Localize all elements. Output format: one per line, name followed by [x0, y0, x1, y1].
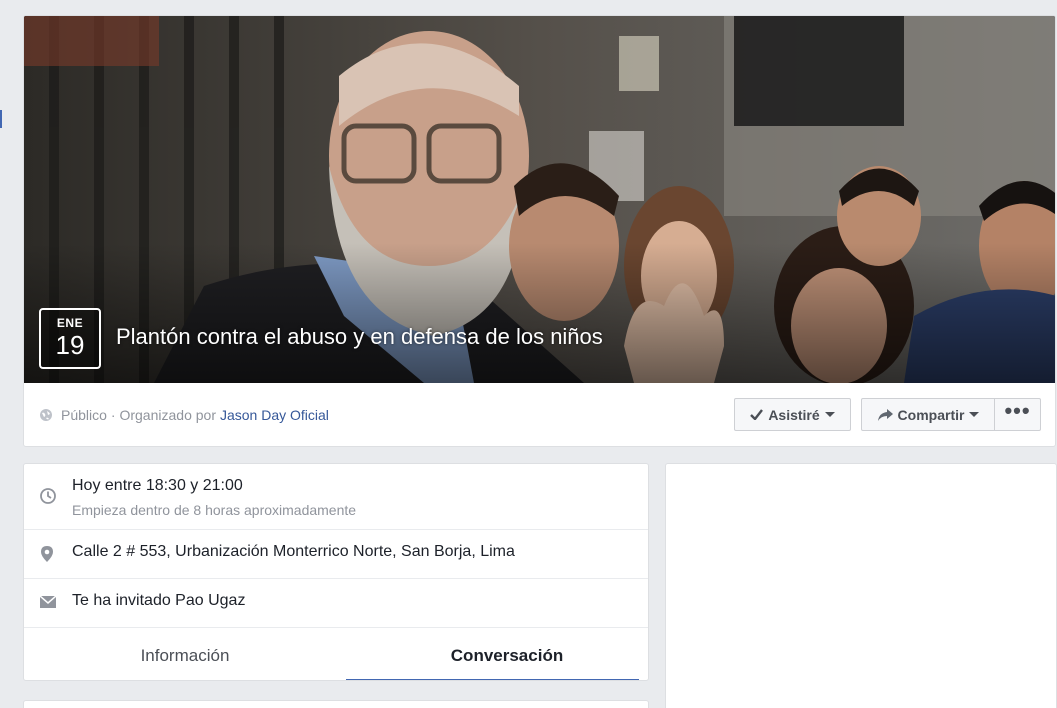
active-tab-indicator — [346, 679, 639, 680]
left-edge-marker — [0, 110, 2, 128]
event-time: Hoy entre 18:30 y 21:00 — [72, 477, 243, 494]
organizer-link[interactable]: Jason Day Oficial — [220, 407, 329, 423]
share-arrow-icon — [877, 408, 893, 421]
more-dots-icon: ••• — [1004, 397, 1031, 423]
event-cover-photo: ENE 19 Plantón contra el abuso y en defe… — [24, 16, 1055, 383]
chevron-down-icon — [824, 412, 835, 417]
more-options-button[interactable]: ••• — [994, 398, 1041, 431]
event-tabs: Información Conversación — [24, 628, 648, 680]
feed-card-partial — [23, 700, 649, 708]
event-location[interactable]: Calle 2 # 553, Urbanización Monterrico N… — [72, 543, 515, 561]
globe-icon — [40, 409, 52, 421]
privacy-label: Público — [61, 407, 107, 423]
chevron-down-icon — [969, 412, 980, 417]
event-date-badge: ENE 19 — [39, 308, 101, 369]
event-date-day: 19 — [55, 330, 85, 360]
envelope-icon — [40, 596, 56, 608]
event-time-countdown: Empieza dentro de 8 horas aproximadament… — [72, 502, 357, 518]
event-info-bar: Público · Organizado por Jason Day Ofici… — [24, 383, 1055, 446]
share-button[interactable]: Compartir — [861, 398, 995, 431]
check-icon — [750, 409, 764, 420]
tab-conversation[interactable]: Conversación — [346, 628, 648, 680]
event-location-row[interactable]: Calle 2 # 553, Urbanización Monterrico N… — [24, 530, 648, 579]
share-button-label: Compartir — [897, 406, 965, 423]
event-invite-row: Te ha invitado Pao Ugaz — [24, 579, 648, 628]
event-invitation: Te ha invitado Pao Ugaz — [72, 592, 246, 609]
going-button-label: Asistiré — [768, 406, 820, 423]
event-header-card: ENE 19 Plantón contra el abuso y en defe… — [23, 15, 1056, 447]
event-date-month: ENE — [56, 316, 84, 330]
event-time-row: Hoy entre 18:30 y 21:00 Empieza dentro d… — [24, 464, 648, 530]
sidebar-card — [665, 463, 1057, 708]
event-title: Plantón contra el abuso y en defensa de … — [116, 324, 603, 349]
organizer-prefix: · Organizado por — [110, 407, 216, 423]
event-details-card: Hoy entre 18:30 y 21:00 Empieza dentro d… — [23, 463, 649, 681]
going-button[interactable]: Asistiré — [734, 398, 851, 431]
tab-information[interactable]: Información — [24, 628, 346, 680]
event-privacy-line: Público · Organizado por Jason Day Ofici… — [40, 407, 329, 423]
cover-gradient-overlay — [24, 243, 1055, 383]
map-pin-icon — [41, 546, 53, 562]
clock-icon — [40, 488, 56, 504]
